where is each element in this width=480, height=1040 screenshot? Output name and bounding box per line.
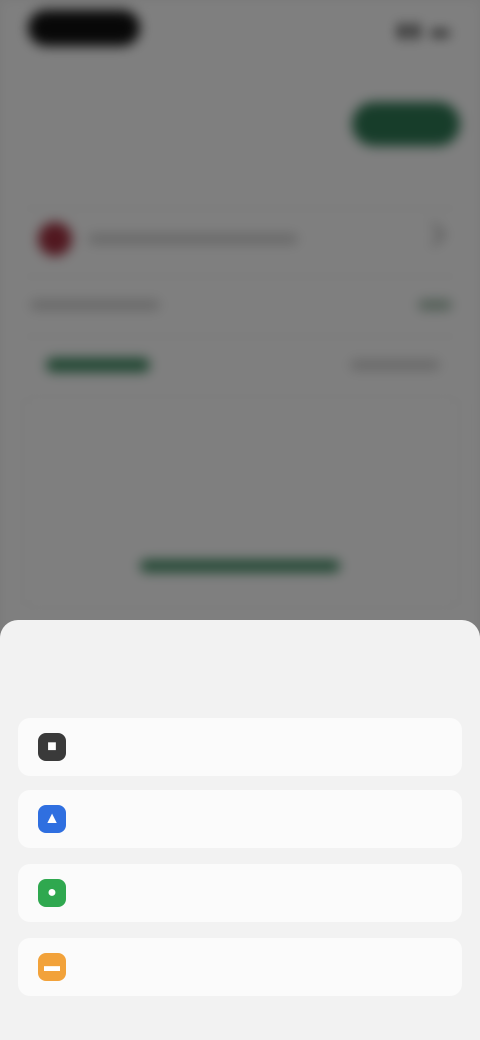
- option-item[interactable]: ●: [18, 864, 462, 922]
- image-icon: ●: [38, 879, 66, 907]
- document-icon: ■: [38, 733, 66, 761]
- option-item[interactable]: ▲: [18, 790, 462, 848]
- bottom-sheet: ■ ▲ ● ▬: [0, 620, 480, 1040]
- folder-icon: ▬: [38, 953, 66, 981]
- option-item[interactable]: ■: [18, 718, 462, 776]
- drive-icon: ▲: [38, 805, 66, 833]
- screen: ▮▮ ▬ ■ ▲ ●: [0, 0, 480, 1040]
- option-item[interactable]: ▬: [18, 938, 462, 996]
